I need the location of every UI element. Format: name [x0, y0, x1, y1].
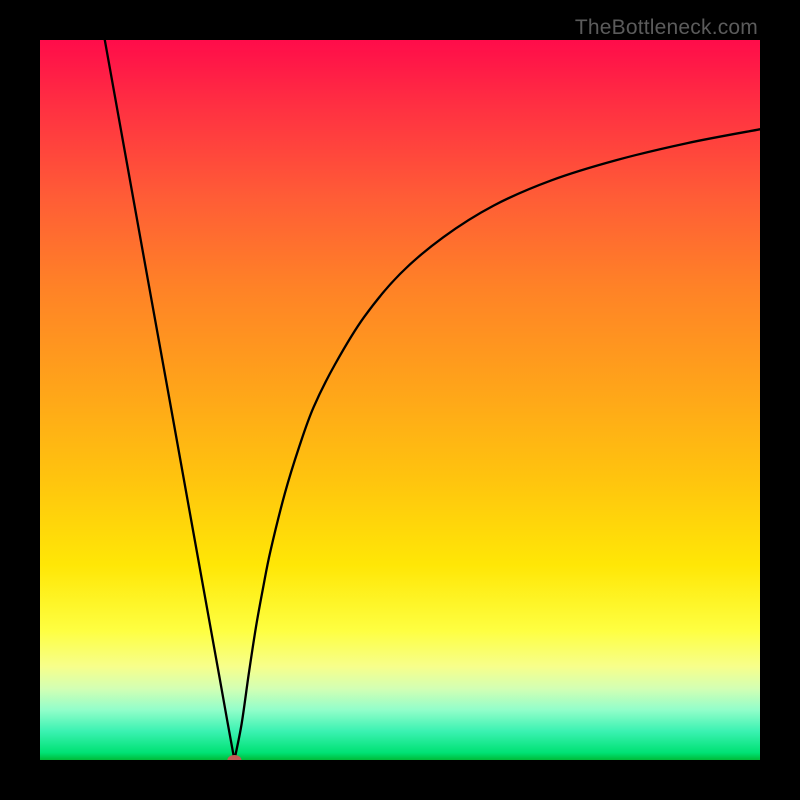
- plot-area: [40, 40, 760, 760]
- chart-frame: TheBottleneck.com: [0, 0, 800, 800]
- minimum-marker: [227, 755, 241, 760]
- watermark-label: TheBottleneck.com: [575, 16, 758, 40]
- bottleneck-curve: [40, 40, 760, 760]
- curve-right-branch: [234, 129, 760, 760]
- curve-left-branch: [105, 40, 235, 760]
